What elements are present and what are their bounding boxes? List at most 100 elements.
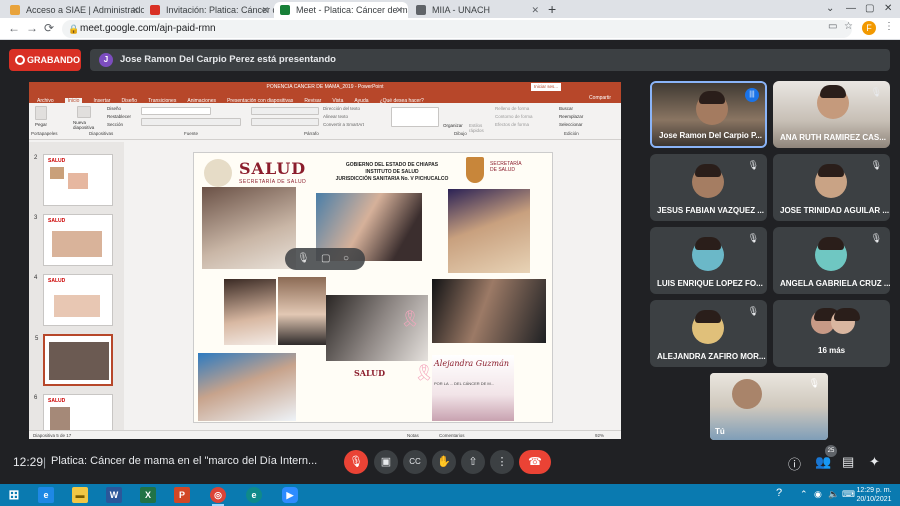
list-buttons[interactable] xyxy=(251,107,319,115)
help-icon[interactable]: ? xyxy=(776,487,782,499)
participant-tile[interactable]: 🎙 ANA RUTH RAMIREZ CAS... xyxy=(773,81,890,148)
zoom-level[interactable]: 92% xyxy=(595,431,604,439)
close-tab-icon[interactable]: ✕ xyxy=(395,2,403,18)
new-tab-button[interactable]: + xyxy=(548,1,556,17)
camera-in-use-icon[interactable]: ▭ xyxy=(828,21,837,32)
shape-outline-button[interactable]: Contorno de forma xyxy=(495,114,533,119)
participant-tile[interactable]: 🎙 LUIS ENRIQUE LOPEZ FO... xyxy=(650,227,767,294)
participant-tile[interactable]: 🎙 ANGELA GABRIELA CRUZ ... xyxy=(773,227,890,294)
internet-explorer-icon[interactable]: e xyxy=(38,487,54,503)
tray-chevron-icon[interactable]: ⌃ xyxy=(800,489,808,500)
close-tab-icon[interactable]: ✕ xyxy=(131,2,139,18)
slide-number: 6 xyxy=(34,395,38,401)
shape-effects-button[interactable]: Efectos de forma xyxy=(495,122,529,127)
shape-fill-button[interactable]: Relleno de forma xyxy=(495,106,529,111)
recording-indicator[interactable]: GRABANDO xyxy=(9,49,81,71)
mic-off-icon: 🎙 xyxy=(870,233,882,243)
font-name-select[interactable] xyxy=(141,107,211,115)
slide-thumbnail[interactable]: 2 SALUD xyxy=(34,154,113,206)
meeting-details-icon[interactable]: ⓘ xyxy=(788,454,801,473)
volume-icon[interactable]: 🔈 xyxy=(828,489,839,500)
replace-button[interactable]: Reemplazar xyxy=(559,114,583,119)
activities-icon[interactable]: ✦ xyxy=(869,454,880,470)
camera-toggle-icon[interactable]: ▣ xyxy=(374,450,398,474)
participant-tile-presenter[interactable]: ||| Jose Ramon Del Carpio P... xyxy=(650,81,767,148)
slide-number: 3 xyxy=(34,215,38,221)
maximize-icon[interactable]: ▢ xyxy=(865,0,874,18)
align-text-button[interactable]: Alinear texto xyxy=(323,114,348,119)
powerpoint-icon[interactable]: P xyxy=(174,487,190,503)
select-button[interactable]: Seleccionar xyxy=(559,122,583,127)
windows-start-icon[interactable]: ⊞ xyxy=(6,487,22,503)
leave-call-icon[interactable]: ☎ xyxy=(519,450,551,474)
word-icon[interactable]: W xyxy=(106,487,122,503)
shapes-gallery[interactable] xyxy=(391,107,439,127)
group-clipboard: Portapapeles xyxy=(31,131,58,136)
participant-name: ALEJANDRA ZAFIRO MOR... xyxy=(657,352,766,361)
browser-tab-invitacion[interactable]: Invitación: Platica: Cáncer de ma ✕ xyxy=(144,2,274,18)
arrange-button[interactable]: Organizar xyxy=(443,123,463,128)
section-button[interactable]: Sección xyxy=(107,122,123,127)
minimize-icon[interactable]: — xyxy=(846,0,856,18)
url-field[interactable]: 🔒 meet.google.com/ajn-paid-rmn xyxy=(62,20,852,38)
alignment-buttons[interactable] xyxy=(251,118,319,126)
comments-button[interactable]: Comentarios xyxy=(439,431,465,439)
system-clock[interactable]: 12:29 p. m. 20/10/2021 xyxy=(852,486,896,504)
browser-tab-siae[interactable]: Acceso a SIAE | Administrador | S ✕ xyxy=(4,2,144,18)
stop-presenting-icon[interactable]: ○ xyxy=(343,253,349,264)
participant-tile[interactable]: 🎙 JOSE TRINIDAD AGUILAR ... xyxy=(773,154,890,221)
microphone-toggle-icon[interactable]: 🎙 xyxy=(344,450,368,474)
profile-avatar[interactable]: F xyxy=(862,21,876,35)
tab-title: Acceso a SIAE | Administrador | S xyxy=(26,5,144,15)
quick-styles-button[interactable]: Estilos rápidos xyxy=(469,123,489,133)
more-participants-tile[interactable]: 16 más xyxy=(773,300,890,367)
browser-tab-miia[interactable]: MIIA - UNACH ✕ xyxy=(410,2,544,18)
mic-off-icon[interactable]: 🎙 xyxy=(297,253,310,264)
chrome-icon[interactable]: ◎ xyxy=(210,487,226,506)
slide-counter: Diapositiva 5 de 17 xyxy=(33,433,72,438)
back-icon[interactable]: ← xyxy=(8,21,20,35)
slide-thumbnail[interactable]: 3 SALUD xyxy=(34,214,113,266)
slide-thumbnail[interactable]: 4 SALUD xyxy=(34,274,113,326)
reset-button[interactable]: Restablecer xyxy=(107,114,131,119)
file-explorer-icon[interactable]: ▬ xyxy=(72,487,88,503)
forward-icon[interactable]: → xyxy=(26,21,38,35)
participant-tile[interactable]: 🎙 JESUS FABIAN VAZQUEZ ... xyxy=(650,154,767,221)
share-button[interactable]: Compartir xyxy=(589,93,611,103)
present-screen-icon[interactable]: ⇧ xyxy=(461,450,485,474)
tab-search-icon[interactable]: ⌄ xyxy=(826,0,834,18)
font-format-buttons[interactable] xyxy=(141,118,241,126)
participant-tile[interactable]: 🎙 ALEJANDRA ZAFIRO MOR... xyxy=(650,300,767,367)
browser-tab-meet[interactable]: Meet - Platica: Cáncer de ma ✕ xyxy=(274,2,408,18)
close-tab-icon[interactable]: ✕ xyxy=(261,2,269,18)
captions-icon[interactable]: CC xyxy=(403,450,427,474)
bookmark-star-icon[interactable]: ☆ xyxy=(844,21,853,32)
new-slide-icon[interactable] xyxy=(77,106,91,118)
chat-icon[interactable]: ▤ xyxy=(842,454,854,470)
layout-button[interactable]: Diseño xyxy=(107,106,121,111)
reload-icon[interactable]: ⟳ xyxy=(44,21,54,35)
zoom-icon[interactable]: ▶ xyxy=(282,487,298,503)
close-window-icon[interactable]: ✕ xyxy=(884,0,892,18)
camera-off-icon[interactable]: ▢ xyxy=(321,253,330,264)
text-direction-button[interactable]: Dirección del texto xyxy=(323,106,360,111)
paste-icon[interactable] xyxy=(35,106,47,120)
excel-icon[interactable]: X xyxy=(140,487,156,503)
more-options-icon[interactable]: ⋮ xyxy=(490,450,514,474)
close-tab-icon[interactable]: ✕ xyxy=(531,2,539,18)
raise-hand-icon[interactable]: ✋ xyxy=(432,450,456,474)
network-icon[interactable]: ◉ xyxy=(814,489,822,500)
smartart-button[interactable]: Convertir a SmartArt xyxy=(323,122,364,127)
self-label: Tú xyxy=(715,427,725,436)
clock-date: 20/10/2021 xyxy=(856,496,892,503)
recording-dot-icon xyxy=(15,55,25,65)
chrome-menu-icon[interactable]: ⋮ xyxy=(884,21,894,32)
slide-thumbnail-selected[interactable]: 5 xyxy=(35,334,113,386)
salud-logo: SALUD xyxy=(239,159,307,178)
signin-button[interactable]: Iniciar ses... xyxy=(530,83,561,91)
mic-off-icon: 🎙 xyxy=(870,87,882,97)
edge-icon[interactable]: e xyxy=(246,487,262,503)
find-button[interactable]: Buscar xyxy=(559,106,573,111)
self-view-tile[interactable]: 🎙 Tú xyxy=(710,373,828,440)
notes-button[interactable]: Notas xyxy=(407,431,419,439)
